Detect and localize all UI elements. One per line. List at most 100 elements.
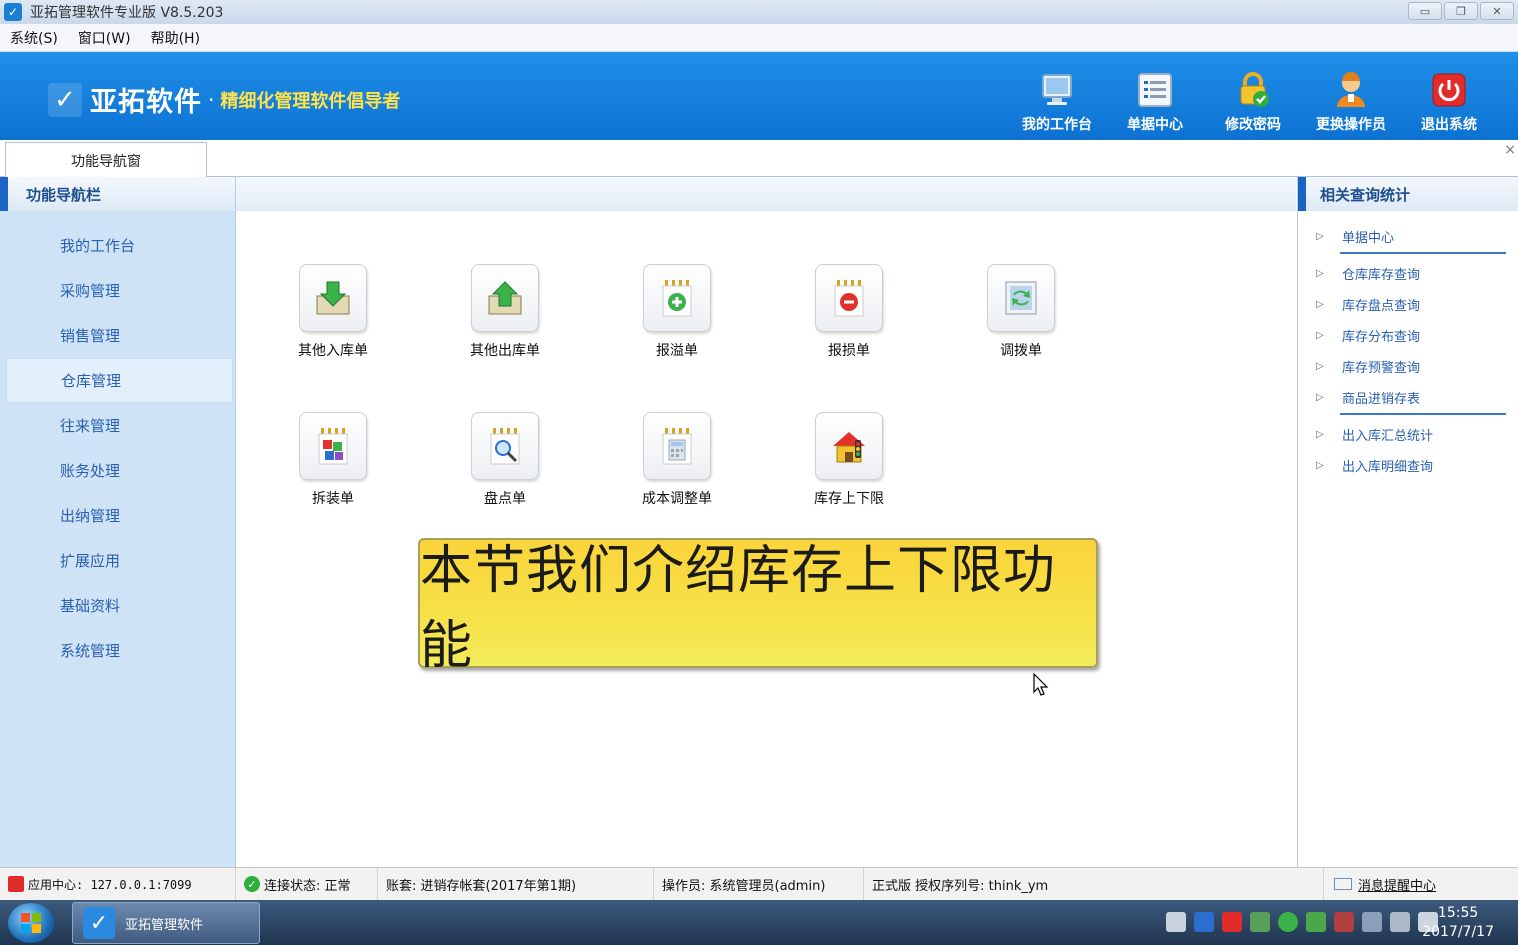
loss-icon <box>815 264 883 332</box>
usb-icon[interactable] <box>1334 912 1354 932</box>
keyboard-icon[interactable] <box>1166 912 1186 932</box>
func-other-inbound[interactable]: 其他入库单 <box>273 264 393 360</box>
nav-item-cashier[interactable]: 出纳管理 <box>0 493 235 538</box>
app-logo-icon: ✓ <box>4 3 22 21</box>
brand-separator: · <box>208 87 215 112</box>
right-panel-title: 相关查询统计 <box>1298 177 1518 211</box>
header-banner: ✓ 亚拓软件 · 精细化管理软件倡导者 我的工作台 单据中心 修改密码 更换操作… <box>0 52 1518 140</box>
title-bar: ✓ 亚拓管理软件专业版 V8.5.203 ▭ ❐ ✕ <box>0 0 1518 24</box>
menu-help[interactable]: 帮助(H) <box>141 28 210 48</box>
triangle-right-icon: ▷ <box>1316 299 1324 310</box>
app-tray-icon[interactable] <box>1222 912 1242 932</box>
tab-strip: 功能导航窗 × <box>0 140 1518 178</box>
query-item-label: 出入库汇总统计 <box>1342 429 1434 444</box>
func-loss-report[interactable]: 报损单 <box>789 264 909 360</box>
clock-time: 15:55 <box>1437 905 1479 921</box>
taskbar: ✓ 亚拓管理软件 15:55 2017/7/17 <box>0 900 1518 945</box>
menu-system[interactable]: 系统(S) <box>0 28 68 48</box>
brand-name: 亚拓软件 <box>90 87 202 118</box>
message-center-text: 消息提醒中心 <box>1358 878 1437 894</box>
nav-item-system-admin[interactable]: 系统管理 <box>0 628 235 673</box>
status-app-center: 应用中心: 127.0.0.1:7099 <box>0 868 236 900</box>
toolbar-exit-system[interactable]: 退出系统 <box>1400 56 1498 138</box>
maximize-button[interactable]: ❐ <box>1444 2 1478 20</box>
toolbar-switch-operator[interactable]: 更换操作员 <box>1302 56 1400 138</box>
func-label: 报损单 <box>828 343 870 359</box>
func-label: 拆装单 <box>312 491 354 507</box>
monitor-icon <box>1040 72 1074 108</box>
toolbar-label: 修改密码 <box>1225 117 1281 133</box>
network-app-icon[interactable] <box>1194 912 1214 932</box>
query-item-document-center[interactable]: ▷ 单据中心 <box>1298 221 1518 252</box>
toolbar-my-workbench[interactable]: 我的工作台 <box>1008 56 1106 138</box>
window-title: 亚拓管理软件专业版 V8.5.203 <box>30 5 224 21</box>
close-button[interactable]: ✕ <box>1480 2 1514 20</box>
query-item-label: 仓库库存查询 <box>1342 268 1421 283</box>
triangle-right-icon: ▷ <box>1316 268 1324 279</box>
message-center-link[interactable]: 消息提醒中心 <box>1324 868 1444 900</box>
func-stocktake[interactable]: 盘点单 <box>445 412 565 508</box>
nav-item-warehouse[interactable]: 仓库管理 <box>6 358 233 403</box>
caption-text: 本节我们介绍库存上下限功能 <box>420 541 1057 676</box>
app-logo-icon <box>8 876 24 892</box>
close-tab-icon[interactable]: × <box>1504 142 1516 158</box>
status-license: 正式版 授权序列号: think_ym <box>864 868 1324 900</box>
toolbar-label: 单据中心 <box>1127 117 1183 133</box>
triangle-right-icon: ▷ <box>1316 392 1324 403</box>
start-button[interactable] <box>8 903 54 943</box>
status-bar: 应用中心: 127.0.0.1:7099 ✓ 连接状态: 正常 账套: 进销存帐… <box>0 867 1518 900</box>
query-item-stocktake[interactable]: ▷ 库存盘点查询 <box>1298 289 1518 320</box>
query-item-io-detail[interactable]: ▷ 出入库明细查询 <box>1298 450 1518 481</box>
query-item-stock-distribution[interactable]: ▷ 库存分布查询 <box>1298 320 1518 351</box>
plus-icon[interactable] <box>1278 912 1298 932</box>
app-center-text: 应用中心: 127.0.0.1:7099 <box>28 877 192 892</box>
signal-icon[interactable] <box>1362 912 1382 932</box>
tab-function-navigator[interactable]: 功能导航窗 <box>5 142 207 178</box>
connection-text: 连接状态: 正常 <box>264 878 351 894</box>
func-transfer[interactable]: 调拨单 <box>961 264 1081 360</box>
query-item-io-summary[interactable]: ▷ 出入库汇总统计 <box>1298 419 1518 450</box>
brand-mark-icon: ✓ <box>48 82 82 117</box>
func-cost-adjustment[interactable]: 成本调整单 <box>617 412 737 508</box>
related-query-panel: 相关查询统计 ▷ 单据中心 ▷ 仓库库存查询 ▷ 库存盘点查询 ▷ 库存分布查询… <box>1297 177 1518 867</box>
toolbar-document-center[interactable]: 单据中心 <box>1106 56 1204 138</box>
query-item-label: 单据中心 <box>1342 231 1395 246</box>
mouse-cursor-icon <box>1033 672 1049 701</box>
taskbar-app-button[interactable]: ✓ 亚拓管理软件 <box>72 902 260 944</box>
query-item-product-inventory[interactable]: ▷ 商品进销存表 <box>1298 382 1518 413</box>
query-item-label: 库存盘点查询 <box>1342 299 1421 314</box>
related-query-list: ▷ 单据中心 ▷ 仓库库存查询 ▷ 库存盘点查询 ▷ 库存分布查询 ▷ 库存预警… <box>1298 211 1518 481</box>
func-label: 调拨单 <box>1000 343 1042 359</box>
volume-icon[interactable] <box>1390 912 1410 932</box>
toolbar-change-password[interactable]: 修改密码 <box>1204 56 1302 138</box>
power-icon <box>1432 72 1466 108</box>
minimize-button[interactable]: ▭ <box>1408 2 1442 20</box>
nav-item-extensions[interactable]: 扩展应用 <box>0 538 235 583</box>
taskbar-app-label: 亚拓管理软件 <box>125 917 204 933</box>
func-other-outbound[interactable]: 其他出库单 <box>445 264 565 360</box>
nav-item-accounts[interactable]: 往来管理 <box>0 403 235 448</box>
transfer-icon <box>987 264 1055 332</box>
query-item-warehouse-stock[interactable]: ▷ 仓库库存查询 <box>1298 258 1518 289</box>
query-item-label: 商品进销存表 <box>1342 392 1421 407</box>
nav-item-sales[interactable]: 销售管理 <box>0 313 235 358</box>
toolbar-label: 我的工作台 <box>1022 117 1092 133</box>
query-item-label: 库存分布查询 <box>1342 330 1421 345</box>
security-icon[interactable] <box>1250 912 1270 932</box>
nav-item-bookkeeping[interactable]: 账务处理 <box>0 448 235 493</box>
query-item-stock-warning[interactable]: ▷ 库存预警查询 <box>1298 351 1518 382</box>
nav-item-basic-data[interactable]: 基础资料 <box>0 583 235 628</box>
nav-item-purchase[interactable]: 采购管理 <box>0 268 235 313</box>
shield-icon[interactable] <box>1306 912 1326 932</box>
func-stock-limits[interactable]: 库存上下限 <box>789 412 909 508</box>
menu-window[interactable]: 窗口(W) <box>68 28 141 48</box>
list-icon <box>1138 72 1172 108</box>
divider <box>1340 252 1506 254</box>
app-logo-icon: ✓ <box>83 907 115 939</box>
nav-item-my-workbench[interactable]: 我的工作台 <box>0 223 235 268</box>
func-overflow-report[interactable]: 报溢单 <box>617 264 737 360</box>
divider <box>1340 413 1506 415</box>
taskbar-clock[interactable]: 15:55 2017/7/17 <box>1422 904 1494 942</box>
lock-icon <box>1236 72 1270 108</box>
func-assembly[interactable]: 拆装单 <box>273 412 393 508</box>
